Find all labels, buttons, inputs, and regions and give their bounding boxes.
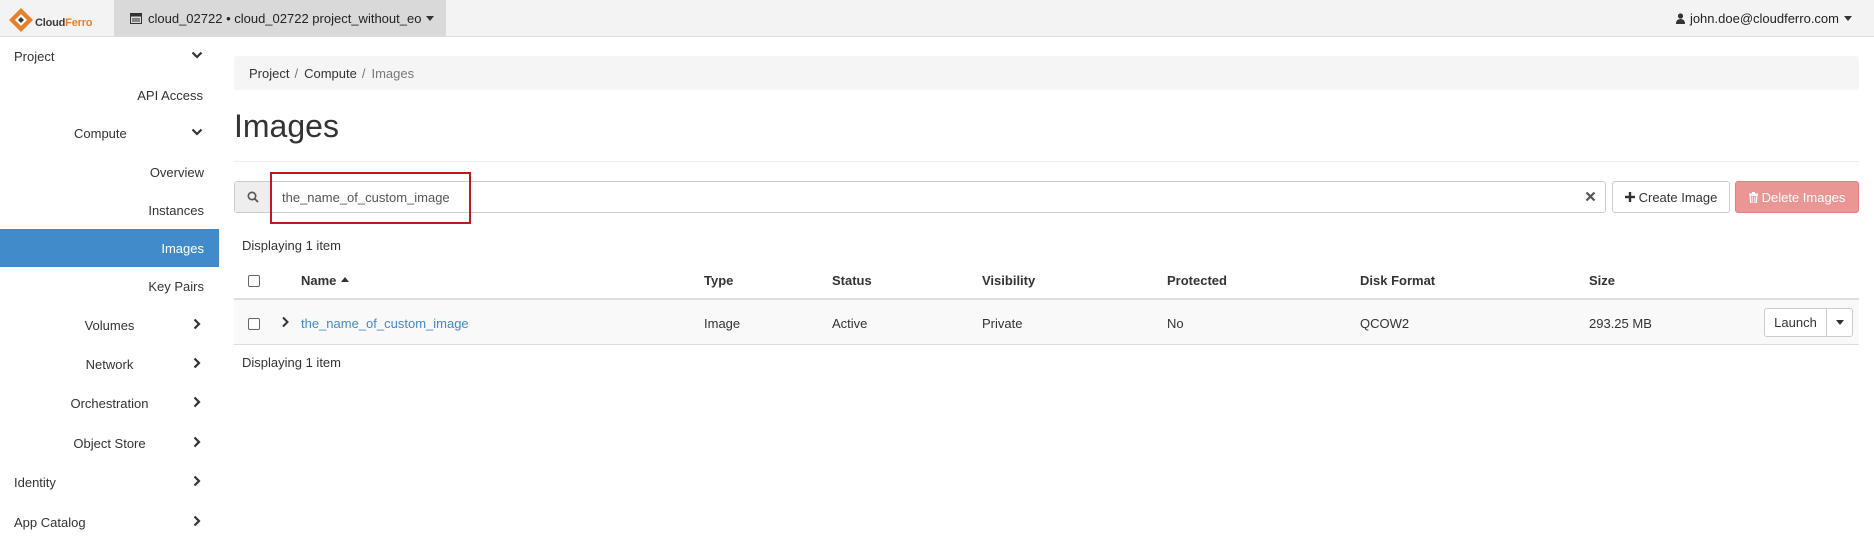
select-all-checkbox[interactable] [248, 275, 260, 287]
sidebar-item-compute[interactable]: Compute [0, 114, 219, 152]
chevron-right-icon [193, 436, 201, 448]
image-disk-format: QCOW2 [1360, 316, 1410, 331]
sidebar-item-api-access[interactable]: API Access [0, 76, 219, 114]
chevron-down-icon [426, 15, 435, 21]
breadcrumb-project[interactable]: Project [249, 66, 289, 81]
user-email: john.doe@cloudferro.com [1689, 10, 1839, 26]
sidebar-item-label: Compute [74, 125, 127, 141]
search-icon [247, 191, 259, 203]
sidebar-item-label: Network [85, 356, 134, 372]
column-header-status[interactable]: Status [832, 273, 872, 288]
user-icon [1675, 12, 1685, 24]
image-visibility: Private [982, 316, 1023, 331]
top-navbar: CloudFerro cloud_02722 • cloud_02722 pro… [0, 0, 1874, 37]
sidebar-item-label: Project [14, 48, 55, 64]
search-icon-addon [235, 182, 272, 212]
table-row-divider [234, 344, 1859, 345]
cloudferro-logo[interactable]: CloudFerro [8, 5, 108, 32]
chevron-right-icon [193, 357, 201, 369]
sort-ascending-icon [341, 277, 350, 282]
sidebar-item-overview[interactable]: Overview [0, 153, 219, 191]
image-name-link[interactable]: the_name_of_custom_image [301, 316, 469, 331]
row-select-checkbox[interactable] [248, 318, 260, 330]
project-icon [130, 12, 142, 24]
displaying-count-top: Displaying 1 item [242, 238, 341, 253]
logo-text: CloudFerro [35, 17, 93, 29]
sidebar-item-label: App Catalog [14, 514, 86, 530]
expand-row-chevron-icon[interactable] [281, 316, 290, 328]
column-header-disk-format[interactable]: Disk Format [1360, 273, 1435, 288]
divider [234, 161, 1859, 162]
image-protected: No [1167, 316, 1184, 331]
sidebar-item-label: Overview [149, 164, 204, 180]
chevron-right-icon [193, 396, 201, 408]
breadcrumb-separator: / [294, 65, 299, 81]
column-header-visibility[interactable]: Visibility [982, 273, 1035, 288]
sidebar: Project API Access Compute Overview Inst… [0, 37, 219, 545]
sidebar-item-label: Identity [14, 474, 56, 490]
sidebar-item-object-store[interactable]: Object Store [0, 424, 219, 462]
sidebar-item-instances[interactable]: Instances [0, 191, 219, 229]
page-title: Images [234, 108, 339, 144]
user-menu-dropdown[interactable]: john.doe@cloudferro.com [1675, 0, 1852, 36]
sidebar-item-label: Key Pairs [148, 278, 204, 294]
column-header-name[interactable]: Name [301, 273, 350, 288]
delete-images-button[interactable]: Delete Images [1735, 181, 1859, 213]
trash-icon [1748, 191, 1758, 203]
breadcrumb: Project / Compute / Images [234, 56, 1859, 90]
sidebar-item-orchestration[interactable]: Orchestration [0, 384, 219, 422]
sidebar-item-label: Volumes [84, 317, 135, 333]
sidebar-item-label: Images [161, 240, 204, 256]
chevron-down-icon [1835, 320, 1844, 325]
project-selector-dropdown[interactable]: cloud_02722 • cloud_02722 project_withou… [114, 0, 446, 36]
image-type: Image [704, 316, 741, 331]
sidebar-item-app-catalog[interactable]: App Catalog [0, 503, 219, 541]
chevron-right-icon [193, 515, 201, 527]
launch-button-group: Launch [1764, 308, 1853, 337]
delete-images-label: Delete Images [1761, 189, 1846, 205]
sidebar-item-label: Object Store [73, 435, 146, 451]
plus-icon [1624, 192, 1635, 202]
chevron-down-icon [1844, 15, 1852, 21]
image-size: 293.25 MB [1589, 316, 1652, 331]
sidebar-item-label: API Access [137, 87, 203, 103]
sidebar-item-key-pairs[interactable]: Key Pairs [0, 267, 219, 305]
image-status: Active [832, 316, 868, 331]
sidebar-item-identity[interactable]: Identity [0, 463, 219, 501]
sidebar-item-volumes[interactable]: Volumes [0, 306, 219, 344]
chevron-right-icon [193, 475, 201, 487]
row-actions-dropdown-toggle[interactable] [1826, 308, 1853, 337]
sidebar-item-network[interactable]: Network [0, 345, 219, 383]
chevron-down-icon [191, 51, 203, 59]
create-image-button[interactable]: Create Image [1612, 181, 1730, 213]
search-highlight-box [270, 172, 471, 224]
sidebar-item-images[interactable]: Images [0, 229, 219, 267]
launch-button[interactable]: Launch [1764, 308, 1827, 337]
clear-search-icon[interactable] [1585, 191, 1596, 202]
column-header-size[interactable]: Size [1589, 273, 1615, 288]
chevron-right-icon [193, 318, 201, 330]
breadcrumb-images: Images [371, 65, 415, 81]
logo-mark-icon [9, 8, 33, 32]
column-header-protected[interactable]: Protected [1167, 273, 1227, 288]
breadcrumb-separator: / [361, 65, 366, 81]
project-selector-label: cloud_02722 • cloud_02722 project_withou… [148, 10, 422, 26]
create-image-label: Create Image [1638, 189, 1718, 205]
sidebar-item-project[interactable]: Project [0, 37, 219, 75]
column-header-type[interactable]: Type [704, 273, 733, 288]
breadcrumb-compute[interactable]: Compute [304, 66, 357, 81]
sidebar-item-label: Instances [148, 202, 204, 218]
chevron-down-icon [191, 128, 203, 136]
displaying-count-bottom: Displaying 1 item [242, 355, 341, 370]
sidebar-item-label: Orchestration [70, 395, 149, 411]
